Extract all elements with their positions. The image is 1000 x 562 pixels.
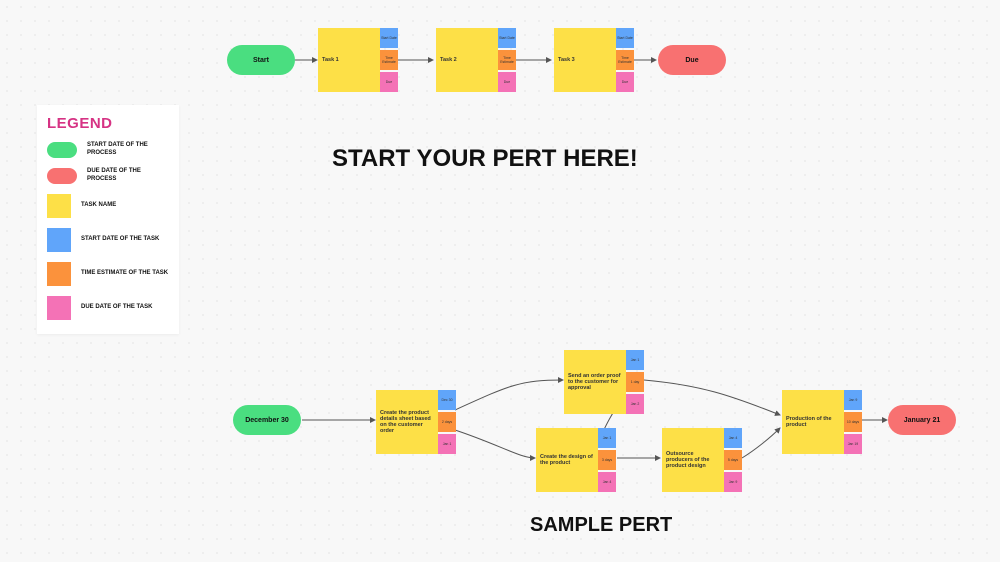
legend-label: DUE DATE OF THE TASK	[81, 304, 152, 312]
task-name: Create the product details sheet based o…	[376, 390, 438, 454]
template-start-node[interactable]: Start	[227, 45, 295, 75]
task-due: Jan 19	[844, 434, 862, 454]
task-due: Due	[616, 72, 634, 92]
legend-row-estimate-task: TIME ESTIMATE OF THE TASK	[47, 262, 169, 286]
template-due-node[interactable]: Due	[658, 45, 726, 75]
task-estimate: 5 days	[724, 450, 742, 470]
task-due: Jan 9	[724, 472, 742, 492]
legend-label: DUE DATE OF THE PROCESS	[87, 168, 169, 184]
task-meta: Jan 1 3 days Jan 4	[598, 428, 616, 492]
task-meta: Jan 9 10 days Jan 19	[844, 390, 862, 454]
swatch-yellow	[47, 194, 71, 218]
template-task-2[interactable]: Task 2 Start Date Time Estimate Due	[436, 28, 516, 92]
task-meta: Jan 4 5 days Jan 9	[724, 428, 742, 492]
template-task-3[interactable]: Task 3 Start Date Time Estimate Due	[554, 28, 634, 92]
swatch-blue	[47, 228, 71, 252]
task-start: Jan 1	[626, 350, 644, 370]
task-estimate: 2 days	[438, 412, 456, 432]
task-start: Start Date	[380, 28, 398, 48]
legend-label: TIME ESTIMATE OF THE TASK	[81, 270, 168, 278]
task-meta: Dec 30 2 days Jan 1	[438, 390, 456, 454]
task-name: Task 3	[554, 28, 616, 92]
sample-task-5[interactable]: Production of the product Jan 9 10 days …	[782, 390, 862, 454]
task-estimate: Time Estimate	[616, 50, 634, 70]
task-start: Start Date	[616, 28, 634, 48]
legend-row-due-process: DUE DATE OF THE PROCESS	[47, 168, 169, 184]
task-start: Dec 30	[438, 390, 456, 410]
legend-label: TASK NAME	[81, 202, 116, 210]
task-meta: Jan 1 1 day Jan 2	[626, 350, 644, 414]
task-start: Jan 9	[844, 390, 862, 410]
legend-row-start-process: START DATE OF THE PROCESS	[47, 142, 169, 158]
task-start: Start Date	[498, 28, 516, 48]
legend-row-task-name: TASK NAME	[47, 194, 169, 218]
sample-task-4[interactable]: Outsource producers of the product desig…	[662, 428, 742, 492]
legend-row-due-task: DUE DATE OF THE TASK	[47, 296, 169, 320]
heading-top: START YOUR PERT HERE!	[332, 145, 638, 173]
swatch-pink	[47, 296, 71, 320]
task-start: Jan 1	[598, 428, 616, 448]
swatch-green-pill	[47, 142, 77, 158]
legend-row-start-task: START DATE OF THE TASK	[47, 228, 169, 252]
task-start: Jan 4	[724, 428, 742, 448]
task-estimate: Time Estimate	[380, 50, 398, 70]
swatch-red-pill	[47, 168, 77, 184]
sample-due-node[interactable]: January 21	[888, 405, 956, 435]
task-name: Create the design of the product	[536, 428, 598, 492]
legend-label: START DATE OF THE PROCESS	[87, 142, 169, 158]
pill-label: Start	[253, 57, 269, 64]
task-meta: Start Date Time Estimate Due	[616, 28, 634, 92]
task-due: Jan 4	[598, 472, 616, 492]
pill-label: January 21	[904, 417, 941, 424]
pill-label: Due	[685, 57, 698, 64]
task-due: Due	[498, 72, 516, 92]
heading-bottom: SAMPLE PERT	[530, 514, 672, 537]
task-name: Task 2	[436, 28, 498, 92]
legend-title: LEGEND	[47, 115, 169, 132]
task-estimate: Time Estimate	[498, 50, 516, 70]
template-task-1[interactable]: Task 1 Start Date Time Estimate Due	[318, 28, 398, 92]
task-due: Jan 2	[626, 394, 644, 414]
task-estimate: 1 day	[626, 372, 644, 392]
task-name: Task 1	[318, 28, 380, 92]
legend-panel: LEGEND START DATE OF THE PROCESS DUE DAT…	[37, 105, 179, 334]
task-name: Send an order proof to the customer for …	[564, 350, 626, 414]
task-name: Outsource producers of the product desig…	[662, 428, 724, 492]
swatch-orange	[47, 262, 71, 286]
task-due: Jan 1	[438, 434, 456, 454]
pill-label: December 30	[245, 417, 289, 424]
sample-task-2[interactable]: Send an order proof to the customer for …	[564, 350, 644, 414]
task-estimate: 10 days	[844, 412, 862, 432]
task-estimate: 3 days	[598, 450, 616, 470]
task-meta: Start Date Time Estimate Due	[380, 28, 398, 92]
task-due: Due	[380, 72, 398, 92]
task-name: Production of the product	[782, 390, 844, 454]
legend-label: START DATE OF THE TASK	[81, 236, 159, 244]
task-meta: Start Date Time Estimate Due	[498, 28, 516, 92]
sample-task-1[interactable]: Create the product details sheet based o…	[376, 390, 456, 454]
sample-start-node[interactable]: December 30	[233, 405, 301, 435]
sample-task-3[interactable]: Create the design of the product Jan 1 3…	[536, 428, 616, 492]
